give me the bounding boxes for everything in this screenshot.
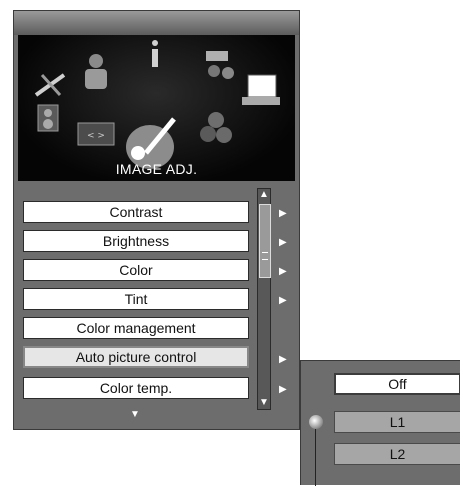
banner-icons: < >: [34, 40, 280, 169]
person-icon[interactable]: [85, 54, 107, 89]
scroll-down-icon[interactable]: ▼: [258, 397, 270, 409]
laptop-icon[interactable]: [242, 74, 280, 105]
arrow-right-icon[interactable]: ▶: [279, 266, 287, 277]
speaker-icon[interactable]: [37, 104, 59, 132]
connector-line: [315, 429, 316, 486]
menu-title: IMAGE ADJ.: [115, 161, 198, 177]
scroll-up-icon[interactable]: ▲: [258, 189, 270, 201]
scroll-thumb[interactable]: [259, 204, 271, 278]
menu-item-color-management[interactable]: Color management: [23, 317, 249, 339]
menu-scrollbar[interactable]: ▲ ▼: [257, 188, 271, 410]
menu-item-tint[interactable]: Tint: [23, 288, 249, 310]
menu-item-brightness[interactable]: Brightness: [23, 230, 249, 252]
info-icon[interactable]: [152, 40, 158, 67]
menu-icon-banner: < > IMAGE ADJ.: [18, 35, 295, 181]
svg-text:< >: < >: [87, 131, 105, 141]
arrow-right-icon[interactable]: ▶: [279, 384, 287, 395]
menu-title-bar: [14, 11, 299, 35]
color-balls-icon[interactable]: [200, 112, 232, 143]
screen-size-icon[interactable]: < >: [77, 122, 115, 146]
menu-item-contrast[interactable]: Contrast: [23, 201, 249, 223]
tools-icon[interactable]: [34, 73, 66, 97]
connector-knob-icon: [309, 415, 323, 429]
menu-item-auto-picture-control[interactable]: Auto picture control: [23, 346, 249, 368]
arrow-right-icon[interactable]: ▶: [279, 354, 287, 365]
option-l2[interactable]: L2: [334, 443, 460, 465]
image-adj-menu: < > IMAGE ADJ. Contrast Brightness Color…: [13, 10, 300, 430]
more-items-icon: ▼: [130, 409, 140, 420]
option-off[interactable]: Off: [334, 373, 460, 395]
menu-item-color-temp[interactable]: Color temp.: [23, 377, 249, 399]
auto-picture-control-submenu: Off L1 L2: [300, 360, 460, 486]
menu-item-color[interactable]: Color: [23, 259, 249, 281]
arrow-right-icon[interactable]: ▶: [279, 237, 287, 248]
arrow-right-icon[interactable]: ▶: [279, 295, 287, 306]
projector-icon[interactable]: [206, 51, 234, 79]
grip-icon: [262, 252, 268, 260]
arrow-right-icon[interactable]: ▶: [279, 208, 287, 219]
option-l1[interactable]: L1: [334, 411, 460, 433]
